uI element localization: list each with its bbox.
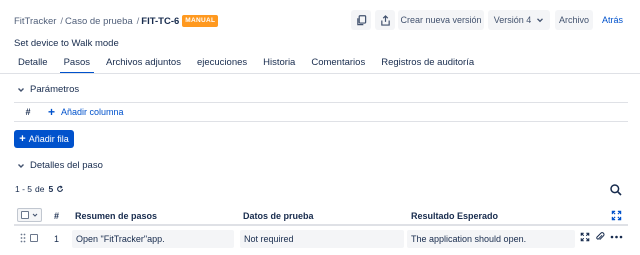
header: FitTracker / Caso de prueba / FIT-TC-6 M… — [0, 0, 640, 40]
tab-ejecuciones[interactable]: ejecuciones — [193, 54, 251, 74]
row-actions — [580, 232, 628, 242]
tab-registros-auditoria[interactable]: Registros de auditoría — [377, 54, 478, 74]
more-icon[interactable] — [610, 232, 623, 242]
tab-archivos-adjuntos[interactable]: Archivos adjuntos — [102, 54, 185, 74]
step-details-toggle[interactable]: Detalles del paso — [16, 160, 103, 171]
column-header-test-data: Datos de prueba — [243, 211, 314, 221]
tab-comentarios[interactable]: Comentarios — [307, 54, 369, 74]
plus-icon: + — [19, 133, 26, 145]
drag-handle-icon[interactable] — [20, 233, 26, 243]
add-column-button[interactable]: + Añadir columna — [48, 104, 124, 119]
breadcrumb-project[interactable]: FitTracker — [14, 16, 56, 27]
back-link[interactable]: Atrás — [602, 10, 623, 30]
steps-table-header: # Resumen de pasos Datos de prueba Resul… — [14, 206, 628, 226]
expand-icon[interactable] — [580, 232, 590, 242]
export-icon — [380, 14, 390, 26]
type-badge: MANUAL — [182, 15, 219, 27]
search-icon[interactable] — [609, 183, 623, 197]
column-header-number: # — [54, 211, 60, 221]
chevron-down-icon — [32, 213, 38, 217]
attachment-icon[interactable] — [595, 232, 605, 242]
refresh-icon[interactable] — [56, 185, 64, 193]
row-checkbox[interactable] — [30, 234, 38, 242]
pagination-total: 5 — [48, 184, 54, 194]
pagination-of: de — [35, 184, 45, 194]
row-number: 1 — [54, 234, 60, 244]
breadcrumb-current: FIT-TC-6 — [141, 15, 180, 27]
column-header-summary: Resumen de pasos — [75, 211, 158, 221]
pagination-range: 1 - 5 — [15, 184, 33, 194]
plus-icon: + — [48, 104, 56, 119]
expand-icon[interactable] — [611, 210, 622, 221]
breadcrumb-section[interactable]: Caso de prueba — [65, 16, 133, 27]
chevron-down-icon — [18, 87, 24, 92]
breadcrumb-separator: / — [136, 15, 140, 27]
copy-icon — [356, 14, 366, 25]
new-version-button[interactable]: Crear nueva versión — [398, 10, 484, 30]
parameters-toggle[interactable]: Parámetros — [16, 84, 79, 95]
copy-button[interactable] — [351, 10, 371, 30]
cell-expected[interactable]: The application should open. — [407, 230, 575, 248]
chevron-down-icon — [18, 163, 24, 168]
parameters-table: # + Añadir columna — [14, 102, 628, 122]
tab-detalle[interactable]: Detalle — [14, 54, 52, 74]
step-details-title: Detalles del paso — [30, 160, 103, 171]
tab-historia[interactable]: Historia — [259, 54, 299, 74]
archive-button[interactable]: Archivo — [555, 10, 593, 30]
tabs-divider — [0, 73, 640, 74]
parameters-hash-header: # — [25, 107, 31, 117]
tab-pasos[interactable]: Pasos — [59, 54, 95, 74]
add-row-label: Añadir fila — [28, 134, 69, 144]
add-row-button[interactable]: + Añadir fila — [14, 130, 74, 148]
select-all-checkbox[interactable] — [21, 211, 29, 219]
version-dropdown[interactable]: Versión 4 — [488, 10, 550, 30]
pagination: 1 - 5 de 5 — [15, 184, 64, 194]
column-header-expected: Resultado Esperado — [411, 211, 499, 221]
export-button[interactable] — [375, 10, 395, 30]
test-case-summary: Set device to Walk mode — [14, 38, 119, 49]
select-all-dropdown[interactable] — [17, 208, 42, 222]
cell-test-data[interactable]: Not required — [240, 230, 404, 248]
table-row[interactable]: 1 Open "FitTracker"app. Not required The… — [14, 228, 628, 250]
add-column-label: Añadir columna — [61, 107, 124, 117]
version-label: Versión 4 — [493, 15, 532, 25]
breadcrumb: FitTracker / Caso de prueba / FIT-TC-6 M… — [14, 15, 219, 27]
chevron-down-icon — [537, 18, 544, 23]
cell-summary[interactable]: Open "FitTracker"app. — [72, 230, 234, 248]
parameters-title: Parámetros — [30, 84, 80, 95]
breadcrumb-separator: / — [60, 15, 64, 27]
tab-bar: Detalle Pasos Archivos adjuntos ejecucio… — [14, 54, 486, 74]
